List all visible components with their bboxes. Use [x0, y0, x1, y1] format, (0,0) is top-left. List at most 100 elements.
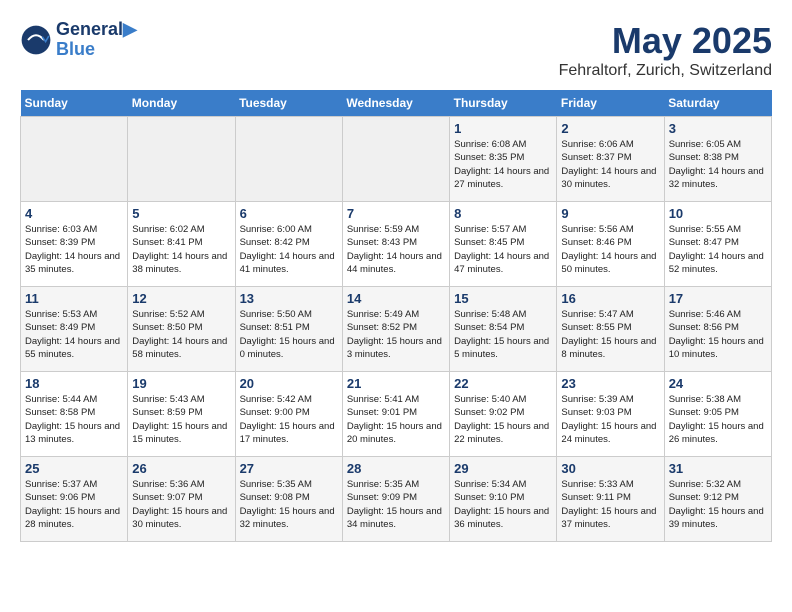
- day-number: 8: [454, 206, 552, 221]
- cell-info: Sunrise: 5:42 AMSunset: 9:00 PMDaylight:…: [240, 393, 338, 446]
- calendar-cell: 2 Sunrise: 6:06 AMSunset: 8:37 PMDaylight…: [557, 117, 664, 202]
- calendar-cell: 31 Sunrise: 5:32 AMSunset: 9:12 PMDayligh…: [664, 457, 771, 542]
- cell-info: Sunrise: 6:08 AMSunset: 8:35 PMDaylight:…: [454, 138, 552, 191]
- cell-info: Sunrise: 5:46 AMSunset: 8:56 PMDaylight:…: [669, 308, 767, 361]
- day-number: 5: [132, 206, 230, 221]
- cell-info: Sunrise: 5:39 AMSunset: 9:03 PMDaylight:…: [561, 393, 659, 446]
- cell-info: Sunrise: 5:37 AMSunset: 9:06 PMDaylight:…: [25, 478, 123, 531]
- cell-info: Sunrise: 6:03 AMSunset: 8:39 PMDaylight:…: [25, 223, 123, 276]
- cell-info: Sunrise: 5:32 AMSunset: 9:12 PMDaylight:…: [669, 478, 767, 531]
- header-tuesday: Tuesday: [235, 90, 342, 117]
- calendar-cell: 23 Sunrise: 5:39 AMSunset: 9:03 PMDayligh…: [557, 372, 664, 457]
- logo: General▶ Blue: [20, 20, 137, 60]
- day-number: 3: [669, 121, 767, 136]
- calendar-cell: 30Sunrise: 5:33 AMSunset: 9:11 PMDayligh…: [557, 457, 664, 542]
- cell-info: Sunrise: 5:57 AMSunset: 8:45 PMDaylight:…: [454, 223, 552, 276]
- day-number: 10: [669, 206, 767, 221]
- calendar-cell: 24Sunrise: 5:38 AMSunset: 9:05 PMDayligh…: [664, 372, 771, 457]
- month-title: May 2025: [559, 20, 772, 62]
- day-number: 28: [347, 461, 445, 476]
- day-number: 29: [454, 461, 552, 476]
- cell-info: Sunrise: 5:34 AMSunset: 9:10 PMDaylight:…: [454, 478, 552, 531]
- cell-info: Sunrise: 5:59 AMSunset: 8:43 PMDaylight:…: [347, 223, 445, 276]
- calendar-cell: 11 Sunrise: 5:53 AMSunset: 8:49 PMDayligh…: [21, 287, 128, 372]
- cell-info: Sunrise: 5:38 AMSunset: 9:05 PMDaylight:…: [669, 393, 767, 446]
- calendar-cell: 3 Sunrise: 6:05 AMSunset: 8:38 PMDaylight…: [664, 117, 771, 202]
- header-saturday: Saturday: [664, 90, 771, 117]
- day-number: 7: [347, 206, 445, 221]
- cell-info: Sunrise: 5:49 AMSunset: 8:52 PMDaylight:…: [347, 308, 445, 361]
- cell-info: Sunrise: 5:35 AMSunset: 9:09 PMDaylight:…: [347, 478, 445, 531]
- week-row-2: 4Sunrise: 6:03 AMSunset: 8:39 PMDaylight…: [21, 202, 772, 287]
- cell-info: Sunrise: 5:47 AMSunset: 8:55 PMDaylight:…: [561, 308, 659, 361]
- cell-info: Sunrise: 6:00 AMSunset: 8:42 PMDaylight:…: [240, 223, 338, 276]
- header-monday: Monday: [128, 90, 235, 117]
- header-wednesday: Wednesday: [342, 90, 449, 117]
- cell-info: Sunrise: 5:53 AMSunset: 8:49 PMDaylight:…: [25, 308, 123, 361]
- calendar-cell: 25 Sunrise: 5:37 AMSunset: 9:06 PMDayligh…: [21, 457, 128, 542]
- calendar-cell: 4Sunrise: 6:03 AMSunset: 8:39 PMDaylight…: [21, 202, 128, 287]
- day-number: 31: [669, 461, 767, 476]
- calendar-cell: 19Sunrise: 5:43 AMSunset: 8:59 PMDayligh…: [128, 372, 235, 457]
- calendar-cell: [342, 117, 449, 202]
- day-number: 1: [454, 121, 552, 136]
- day-number: 18: [25, 376, 123, 391]
- calendar-cell: [21, 117, 128, 202]
- day-number: 25: [25, 461, 123, 476]
- calendar-cell: 6 Sunrise: 6:00 AMSunset: 8:42 PMDaylight…: [235, 202, 342, 287]
- calendar-cell: 12 Sunrise: 5:52 AMSunset: 8:50 PMDayligh…: [128, 287, 235, 372]
- header-sunday: Sunday: [21, 90, 128, 117]
- calendar-cell: 27Sunrise: 5:35 AMSunset: 9:08 PMDayligh…: [235, 457, 342, 542]
- calendar-cell: 22Sunrise: 5:40 AMSunset: 9:02 PMDayligh…: [450, 372, 557, 457]
- day-number: 11: [25, 291, 123, 306]
- calendar-cell: 9 Sunrise: 5:56 AMSunset: 8:46 PMDaylight…: [557, 202, 664, 287]
- title-area: May 2025 Fehraltorf, Zurich, Switzerland: [559, 20, 772, 80]
- day-number: 26: [132, 461, 230, 476]
- logo-text: General▶ Blue: [56, 20, 137, 60]
- day-number: 15: [454, 291, 552, 306]
- calendar-cell: 13Sunrise: 5:50 AMSunset: 8:51 PMDayligh…: [235, 287, 342, 372]
- calendar-cell: 7 Sunrise: 5:59 AMSunset: 8:43 PMDaylight…: [342, 202, 449, 287]
- day-number: 2: [561, 121, 659, 136]
- day-number: 9: [561, 206, 659, 221]
- day-number: 6: [240, 206, 338, 221]
- calendar-cell: 26Sunrise: 5:36 AMSunset: 9:07 PMDayligh…: [128, 457, 235, 542]
- calendar-cell: 10 Sunrise: 5:55 AMSunset: 8:47 PMDayligh…: [664, 202, 771, 287]
- cell-info: Sunrise: 5:50 AMSunset: 8:51 PMDaylight:…: [240, 308, 338, 361]
- cell-info: Sunrise: 6:06 AMSunset: 8:37 PMDaylight:…: [561, 138, 659, 191]
- cell-info: Sunrise: 5:48 AMSunset: 8:54 PMDaylight:…: [454, 308, 552, 361]
- calendar-cell: 14 Sunrise: 5:49 AMSunset: 8:52 PMDayligh…: [342, 287, 449, 372]
- day-number: 16: [561, 291, 659, 306]
- day-number: 21: [347, 376, 445, 391]
- calendar-cell: [235, 117, 342, 202]
- day-number: 12: [132, 291, 230, 306]
- week-row-3: 11 Sunrise: 5:53 AMSunset: 8:49 PMDayligh…: [21, 287, 772, 372]
- calendar-cell: 20 Sunrise: 5:42 AMSunset: 9:00 PMDayligh…: [235, 372, 342, 457]
- day-number: 14: [347, 291, 445, 306]
- location-subtitle: Fehraltorf, Zurich, Switzerland: [559, 62, 772, 80]
- cell-info: Sunrise: 5:40 AMSunset: 9:02 PMDaylight:…: [454, 393, 552, 446]
- calendar-cell: 8 Sunrise: 5:57 AMSunset: 8:45 PMDaylight…: [450, 202, 557, 287]
- week-row-5: 25 Sunrise: 5:37 AMSunset: 9:06 PMDayligh…: [21, 457, 772, 542]
- cell-info: Sunrise: 6:05 AMSunset: 8:38 PMDaylight:…: [669, 138, 767, 191]
- calendar-header-row: SundayMondayTuesdayWednesdayThursdayFrid…: [21, 90, 772, 117]
- cell-info: Sunrise: 6:02 AMSunset: 8:41 PMDaylight:…: [132, 223, 230, 276]
- day-number: 30: [561, 461, 659, 476]
- cell-info: Sunrise: 5:35 AMSunset: 9:08 PMDaylight:…: [240, 478, 338, 531]
- day-number: 17: [669, 291, 767, 306]
- day-number: 23: [561, 376, 659, 391]
- calendar-cell: [128, 117, 235, 202]
- cell-info: Sunrise: 5:56 AMSunset: 8:46 PMDaylight:…: [561, 223, 659, 276]
- calendar-cell: 17 Sunrise: 5:46 AMSunset: 8:56 PMDayligh…: [664, 287, 771, 372]
- calendar-cell: 29 Sunrise: 5:34 AMSunset: 9:10 PMDayligh…: [450, 457, 557, 542]
- week-row-1: 1 Sunrise: 6:08 AMSunset: 8:35 PMDaylight…: [21, 117, 772, 202]
- cell-info: Sunrise: 5:44 AMSunset: 8:58 PMDaylight:…: [25, 393, 123, 446]
- calendar-cell: 15 Sunrise: 5:48 AMSunset: 8:54 PMDayligh…: [450, 287, 557, 372]
- cell-info: Sunrise: 5:55 AMSunset: 8:47 PMDaylight:…: [669, 223, 767, 276]
- day-number: 20: [240, 376, 338, 391]
- cell-info: Sunrise: 5:52 AMSunset: 8:50 PMDaylight:…: [132, 308, 230, 361]
- week-row-4: 18 Sunrise: 5:44 AMSunset: 8:58 PMDayligh…: [21, 372, 772, 457]
- calendar-table: SundayMondayTuesdayWednesdayThursdayFrid…: [20, 90, 772, 542]
- cell-info: Sunrise: 5:43 AMSunset: 8:59 PMDaylight:…: [132, 393, 230, 446]
- calendar-cell: 28 Sunrise: 5:35 AMSunset: 9:09 PMDayligh…: [342, 457, 449, 542]
